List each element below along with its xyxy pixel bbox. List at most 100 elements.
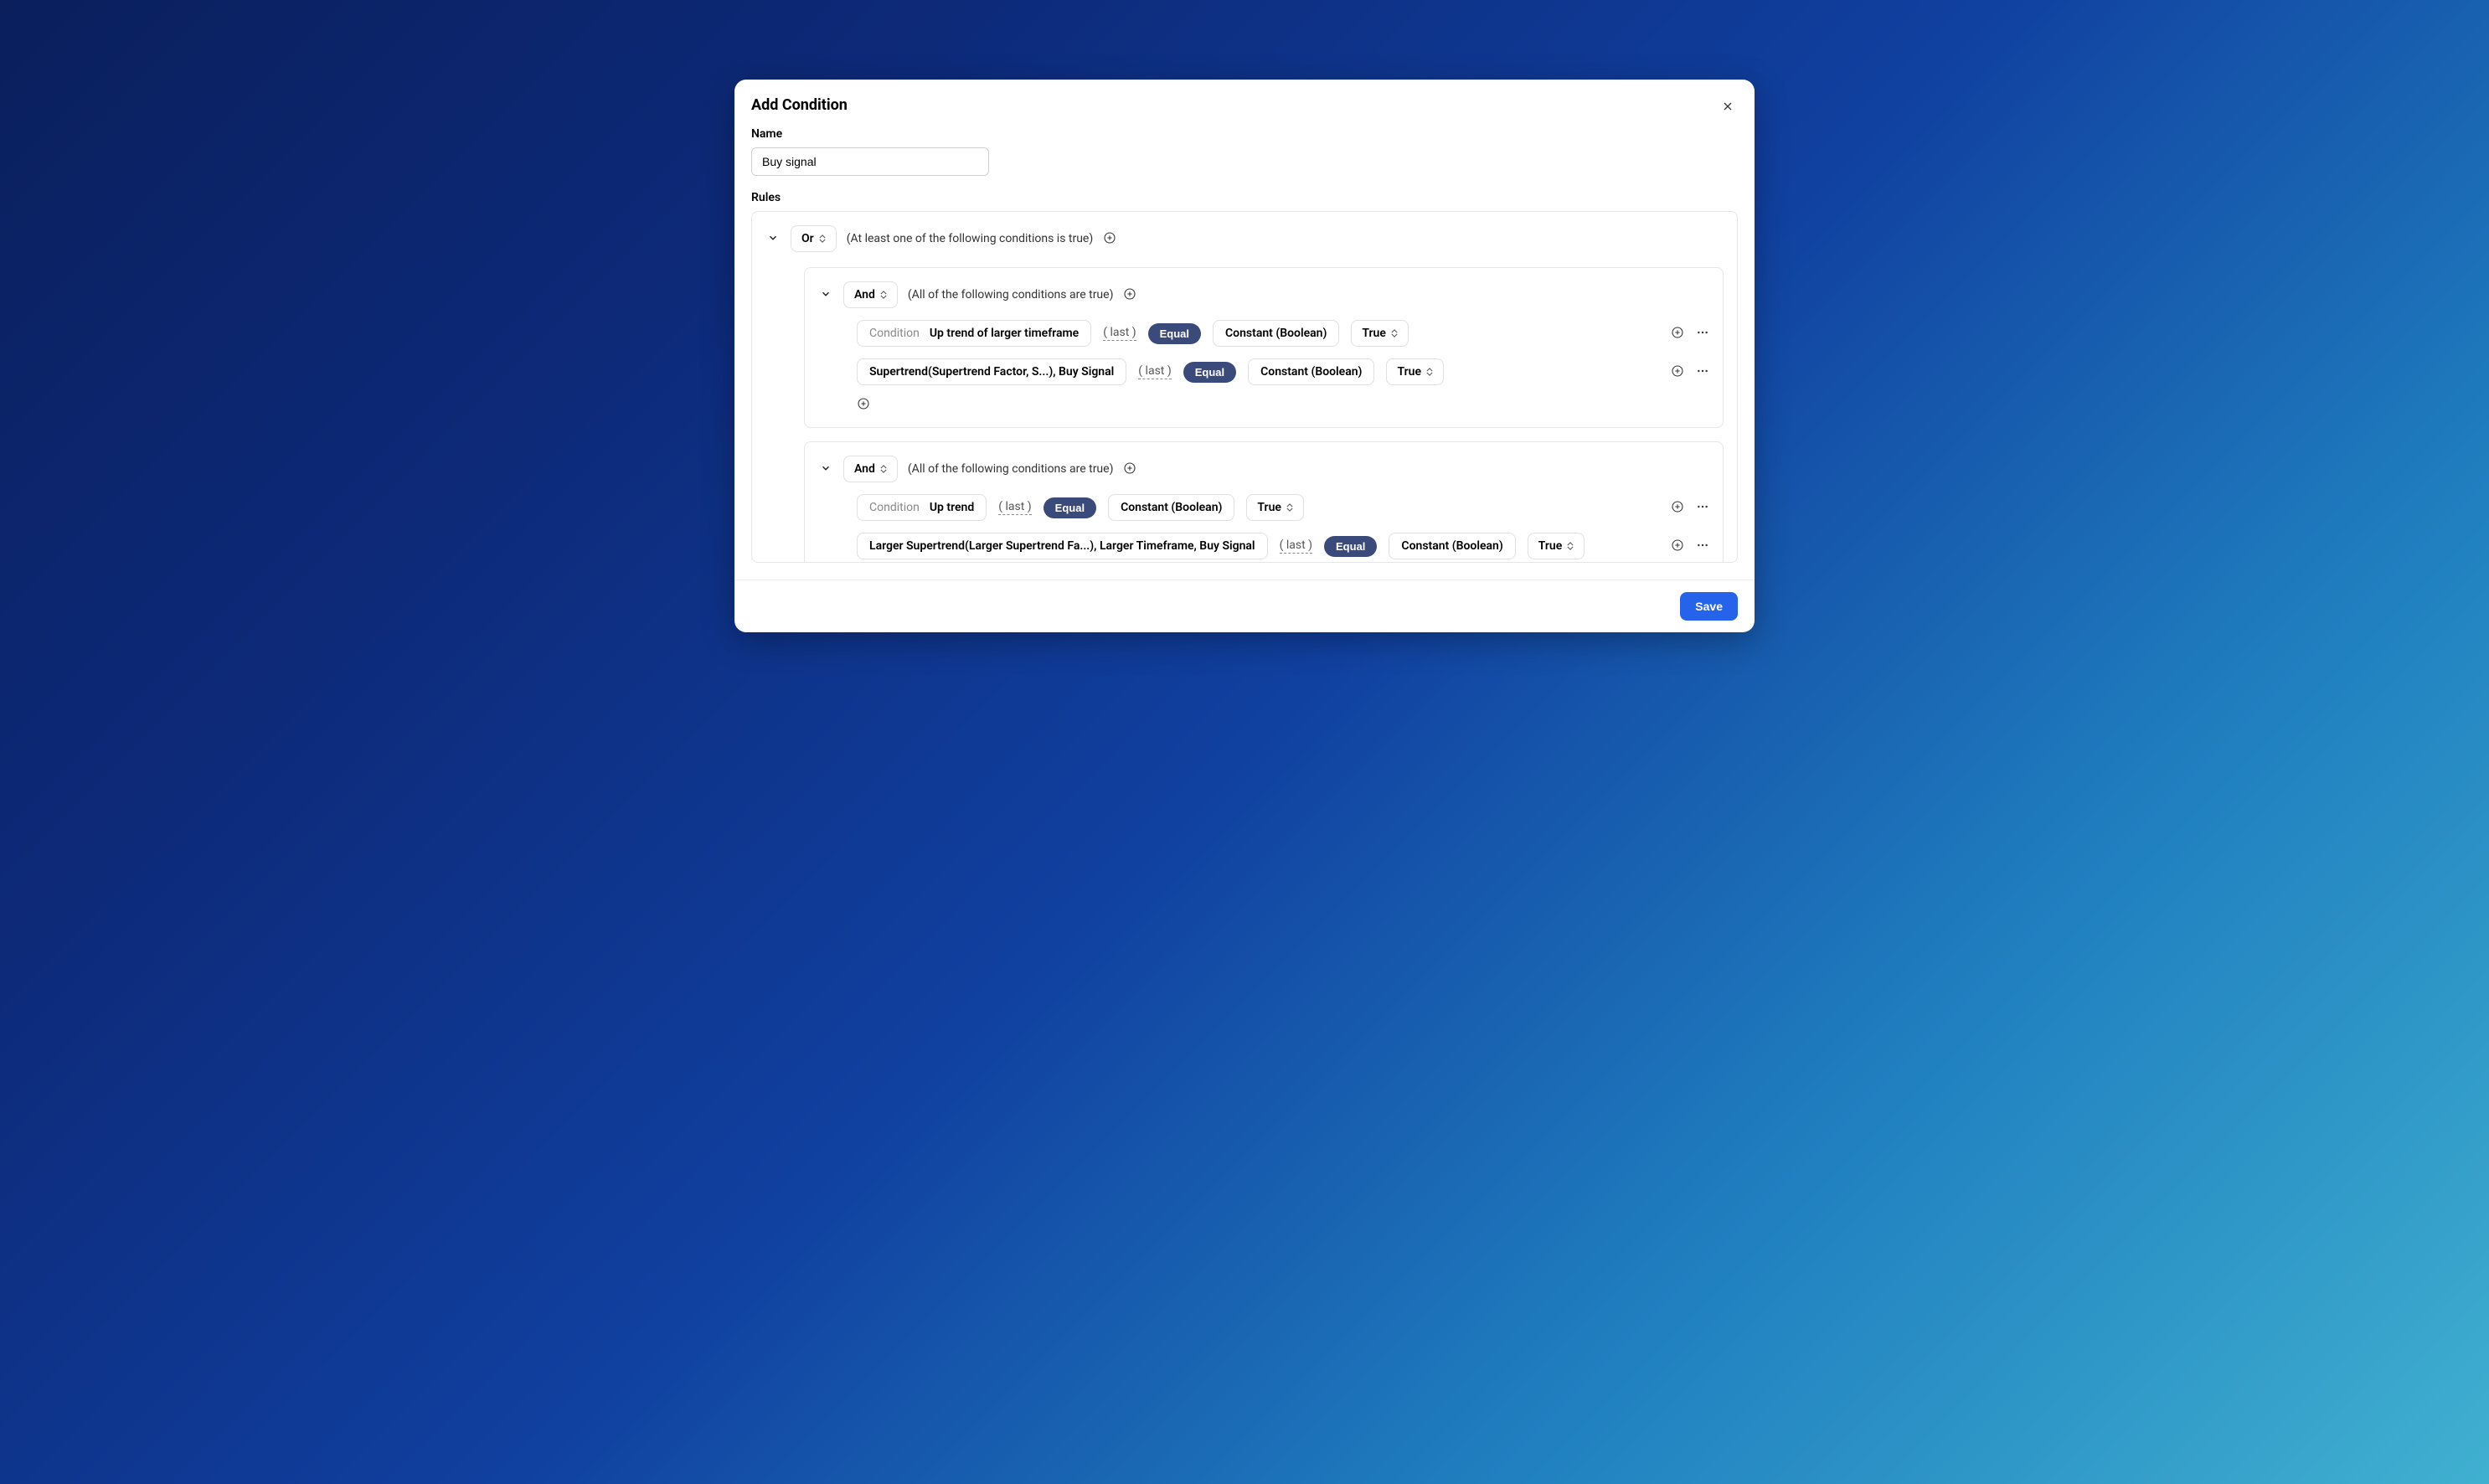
sort-icon [1567, 542, 1574, 550]
add-condition-below [857, 397, 1709, 414]
line-more-button[interactable] [1696, 326, 1709, 342]
rhs-type-chip[interactable]: Constant (Boolean) [1389, 533, 1515, 559]
add-condition-button[interactable] [1123, 461, 1136, 477]
rhs-type-text: Constant (Boolean) [1401, 539, 1502, 553]
more-horizontal-icon [1696, 500, 1709, 516]
group-hint: (At least one of the following condition… [847, 232, 1094, 245]
more-horizontal-icon [1696, 326, 1709, 342]
condition-source-chip[interactable]: Condition Up trend of larger timeframe [857, 320, 1091, 347]
index-marker[interactable]: ( last ) [1280, 538, 1312, 554]
index-marker[interactable]: ( last ) [1103, 326, 1136, 341]
condition-prefix: Condition [869, 501, 920, 514]
add-condition-button[interactable] [1123, 287, 1136, 303]
sort-icon [1391, 329, 1398, 338]
collapse-toggle[interactable] [818, 461, 833, 478]
plus-circle-icon [857, 397, 870, 413]
collapse-toggle[interactable] [765, 230, 781, 248]
condition-text: Up trend of larger timeframe [930, 327, 1079, 340]
condition-prefix: Condition [869, 327, 920, 340]
operator-pill[interactable]: Equal [1183, 362, 1236, 383]
plus-circle-icon [1103, 231, 1116, 247]
group-header: And (All of the following conditions are… [818, 281, 1709, 308]
plus-circle-icon [1671, 500, 1684, 516]
operator-label: And [854, 462, 875, 476]
dialog-title: Add Condition [751, 96, 848, 114]
condition-source-chip[interactable]: Larger Supertrend(Larger Supertrend Fa..… [857, 533, 1268, 559]
operator-pill[interactable]: Equal [1324, 536, 1377, 557]
sort-icon [1286, 503, 1293, 512]
condition-text: Up trend [930, 501, 974, 514]
group-add-button[interactable] [1736, 456, 1738, 471]
sort-icon [819, 234, 826, 243]
rules-label: Rules [751, 191, 1738, 204]
operator-pill[interactable]: Equal [1044, 497, 1096, 518]
condition-line: Condition Up trend of larger timeframe (… [857, 320, 1709, 347]
rhs-type-chip[interactable]: Constant (Boolean) [1248, 358, 1374, 385]
line-actions [1671, 538, 1709, 554]
sort-icon [1426, 368, 1433, 376]
close-button[interactable] [1718, 96, 1738, 119]
dialog-body: Name Rules Or (At least one of t [734, 119, 1755, 580]
rhs-value-text: True [1257, 501, 1281, 514]
name-input[interactable] [751, 147, 989, 176]
plus-circle-icon [1671, 364, 1684, 380]
rhs-type-chip[interactable]: Constant (Boolean) [1213, 320, 1339, 347]
group-add-button[interactable] [1736, 281, 1738, 297]
line-add-button[interactable] [1671, 364, 1684, 380]
operator-pill[interactable]: Equal [1148, 323, 1201, 344]
line-add-button[interactable] [1671, 538, 1684, 554]
line-actions [1671, 500, 1709, 516]
chevron-down-icon [820, 290, 832, 302]
operator-select[interactable]: And [843, 456, 898, 482]
dialog-footer: Save [734, 580, 1755, 632]
group-actions [1736, 281, 1738, 297]
plus-circle-icon [1671, 538, 1684, 554]
rhs-value-select[interactable]: True [1351, 320, 1409, 347]
plus-circle-icon [1123, 461, 1136, 477]
index-marker[interactable]: ( last ) [998, 500, 1031, 515]
rhs-value-select[interactable]: True [1386, 358, 1444, 385]
group-hint: (All of the following conditions are tru… [908, 288, 1114, 301]
sort-icon [880, 465, 887, 473]
plus-circle-icon [1736, 456, 1738, 471]
name-label: Name [751, 127, 1738, 141]
condition-text: Supertrend(Supertrend Factor, S...), Buy… [869, 365, 1114, 379]
condition-line: Larger Supertrend(Larger Supertrend Fa..… [857, 533, 1709, 559]
group-actions [1736, 456, 1738, 471]
condition-line: Condition Up trend ( last ) Equal Consta… [857, 494, 1709, 521]
dialog-header: Add Condition [734, 80, 1755, 119]
rhs-type-chip[interactable]: Constant (Boolean) [1108, 494, 1234, 521]
group-header: And (All of the following conditions are… [818, 456, 1709, 482]
condition-source-chip[interactable]: Supertrend(Supertrend Factor, S...), Buy… [857, 358, 1126, 385]
add-line-button[interactable] [857, 397, 870, 413]
line-more-button[interactable] [1696, 538, 1709, 554]
operator-label: And [854, 288, 875, 301]
and-group: And (All of the following conditions are… [804, 441, 1724, 563]
collapse-toggle[interactable] [818, 286, 833, 304]
line-add-button[interactable] [1671, 500, 1684, 516]
line-more-button[interactable] [1696, 364, 1709, 380]
rules-container: Or (At least one of the following condit… [751, 211, 1738, 563]
add-condition-dialog: Add Condition Name Rules Or [734, 80, 1755, 632]
save-button[interactable]: Save [1680, 592, 1738, 621]
more-horizontal-icon [1696, 538, 1709, 554]
rhs-value-text: True [1397, 365, 1421, 379]
condition-line: Supertrend(Supertrend Factor, S...), Buy… [857, 358, 1709, 385]
sort-icon [880, 291, 887, 299]
rhs-value-select[interactable]: True [1246, 494, 1304, 521]
line-more-button[interactable] [1696, 500, 1709, 516]
group-hint: (All of the following conditions are tru… [908, 462, 1114, 476]
operator-select[interactable]: Or [791, 225, 837, 252]
rhs-value-text: True [1538, 539, 1563, 553]
rhs-type-text: Constant (Boolean) [1121, 501, 1222, 514]
root-group-row: Or (At least one of the following condit… [765, 225, 1724, 252]
add-group-button[interactable] [1103, 231, 1116, 247]
rhs-type-text: Constant (Boolean) [1260, 365, 1362, 379]
line-add-button[interactable] [1671, 326, 1684, 342]
operator-select[interactable]: And [843, 281, 898, 308]
index-marker[interactable]: ( last ) [1138, 364, 1171, 379]
condition-source-chip[interactable]: Condition Up trend [857, 494, 987, 521]
plus-circle-icon [1123, 287, 1136, 303]
rhs-value-select[interactable]: True [1528, 533, 1585, 559]
and-group: And (All of the following conditions are… [804, 267, 1724, 428]
